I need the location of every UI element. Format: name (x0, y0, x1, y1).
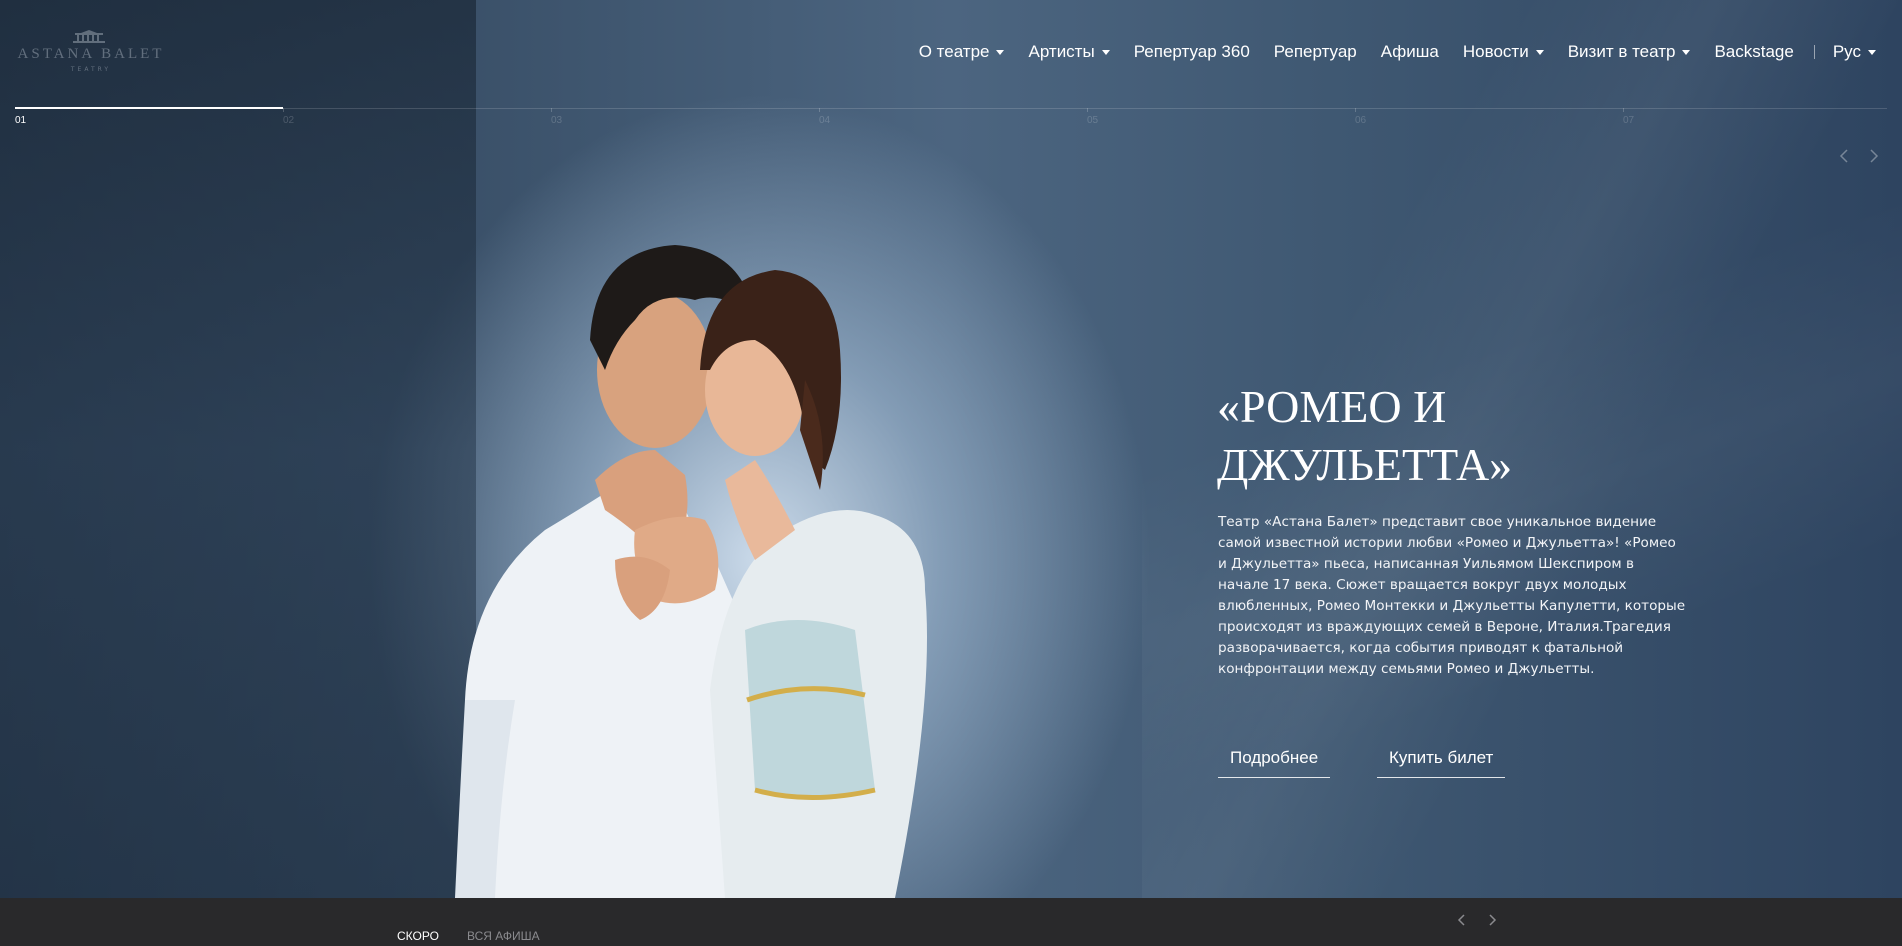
nav-item-label: Репертуар 360 (1133, 42, 1250, 61)
main-nav: О театре Артисты Репертуар 360 Репертуар… (895, 42, 1876, 62)
progress-track (15, 108, 1887, 109)
logo-subtitle: TEATRY (70, 66, 112, 73)
theatre-building-icon (73, 30, 105, 43)
chevron-down-icon (1101, 49, 1110, 55)
slide-tick (1623, 108, 1624, 112)
progress-indicator (15, 107, 283, 109)
nav-item-label: Новости (1462, 42, 1529, 61)
tab-soon[interactable]: СКОРО (397, 929, 439, 943)
chevron-left-icon (1457, 914, 1465, 926)
nav-item-repertoire[interactable]: Репертуар (1274, 42, 1357, 62)
slide-number[interactable]: 01 (15, 115, 26, 126)
slide-tick (1087, 108, 1088, 112)
nav-item-label: Афиша (1380, 42, 1439, 61)
chevron-down-icon (1535, 49, 1544, 55)
language-label: Рус (1832, 42, 1861, 61)
slide-number[interactable]: 06 (1355, 115, 1366, 126)
nav-item-label: Backstage (1714, 42, 1794, 61)
dancers-photo (455, 245, 927, 898)
slider-next-button[interactable] (1865, 147, 1883, 165)
slide-tick (551, 108, 552, 112)
hero-title: «РОМЕО И ДЖУЛЬЕТТА» (1217, 381, 1513, 490)
chevron-left-icon (1839, 149, 1848, 163)
slide-number[interactable]: 03 (551, 115, 562, 126)
chevron-right-icon (1489, 914, 1497, 926)
nav-item-playbill[interactable]: Афиша (1381, 42, 1439, 62)
slide-tick (283, 108, 284, 112)
slide-number[interactable]: 04 (819, 115, 830, 126)
more-button[interactable]: Подробнее (1218, 748, 1331, 778)
hero-left-overlay (0, 0, 476, 898)
nav-item-label: О театре (918, 42, 990, 61)
nav-item-label: Визит в театр (1567, 42, 1676, 61)
events-bar: СКОРО ВСЯ АФИША (0, 898, 1902, 946)
hero-description: Театр «Астана Балет» представит свое уни… (1218, 514, 1686, 677)
logo-name: ASTANA BALET (17, 46, 165, 62)
nav-divider (1813, 45, 1815, 59)
language-selector[interactable]: Рус (1833, 42, 1876, 62)
slider-prev-button[interactable] (1835, 147, 1853, 165)
nav-item-backstage[interactable]: Backstage (1714, 42, 1793, 62)
buy-ticket-button[interactable]: Купить билет (1377, 748, 1506, 778)
nav-item-artists[interactable]: Артисты (1028, 42, 1110, 62)
nav-item-label: Репертуар (1273, 42, 1357, 61)
nav-item-news[interactable]: Новости (1463, 42, 1544, 62)
nav-item-label: Артисты (1028, 42, 1095, 61)
chevron-down-icon (996, 49, 1005, 55)
events-next-button[interactable] (1484, 912, 1500, 928)
slide-tick (1355, 108, 1356, 112)
chevron-down-icon (1868, 49, 1876, 55)
chevron-down-icon (1682, 49, 1691, 55)
events-prev-button[interactable] (1454, 912, 1470, 928)
nav-item-visit[interactable]: Визит в театр (1568, 42, 1691, 62)
nav-item-repertoire-360[interactable]: Репертуар 360 (1134, 42, 1250, 62)
site-logo[interactable]: ASTANA BALET TEATRY (16, 30, 166, 80)
slide-progress: 01 02 03 04 05 06 07 (15, 107, 1887, 127)
nav-item-about[interactable]: О театре (919, 42, 1005, 62)
slide-number[interactable]: 07 (1623, 115, 1634, 126)
tab-all-events[interactable]: ВСЯ АФИША (467, 929, 540, 943)
slide-number[interactable]: 05 (1087, 115, 1098, 126)
slide-tick (819, 108, 820, 112)
chevron-right-icon (1870, 149, 1879, 163)
slide-number[interactable]: 02 (283, 115, 294, 126)
